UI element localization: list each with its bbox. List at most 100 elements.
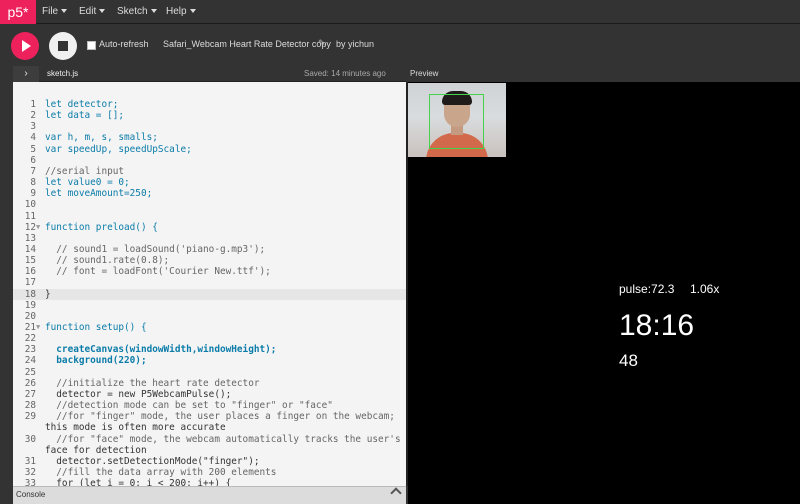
pulse-readout: pulse:72.3 [619, 282, 675, 296]
code-text: } [45, 288, 51, 300]
code-line[interactable]: 7 //serial input [13, 166, 406, 177]
code-text: for (let i = 0; i < 200; i++) { [45, 478, 232, 486]
code-line[interactable]: 30 //for "face" mode, the webcam automat… [13, 434, 406, 445]
code-line[interactable]: 5 var speedUp, speedUpScale; [13, 144, 406, 155]
code-line[interactable]: 17 [13, 277, 406, 288]
play-button[interactable] [11, 32, 39, 60]
code-line[interactable]: 9 let moveAmount=250; [13, 188, 406, 199]
line-number: 6 [30, 154, 36, 166]
line-number: 23 [24, 344, 36, 356]
speed-ratio: 1.06x [690, 282, 720, 296]
code-line[interactable]: 2 let data = []; [13, 110, 406, 121]
code-line[interactable]: 18} [13, 288, 406, 300]
line-number: 25 [24, 366, 36, 378]
sketch-owner[interactable]: by yichun [336, 39, 374, 49]
left-margin [0, 82, 13, 504]
top-nav: p5* File Edit Sketch Help [0, 0, 800, 24]
saved-status: Saved: 14 minutes ago [304, 69, 386, 78]
sidebar-toggle-button[interactable]: › [13, 66, 39, 82]
code-text: //for "face" mode, the webcam automatica… [45, 433, 401, 445]
chevron-right-icon: › [24, 68, 28, 79]
console-bar[interactable] [13, 486, 406, 504]
code-text: detector.setDetectionMode("finger"); [45, 455, 260, 467]
line-number: 17 [24, 277, 36, 289]
code-line[interactable]: 1 let detector; [13, 99, 406, 110]
code-line[interactable]: 24 background(220); [13, 355, 406, 366]
code-text: //serial input [45, 165, 125, 177]
code-text: let detector; [45, 99, 119, 110]
line-number: 21 [24, 322, 36, 333]
menu-file-label: File [42, 6, 59, 17]
line-number: 13 [24, 232, 36, 244]
fold-icon[interactable]: ▼ [36, 222, 40, 233]
code-line[interactable]: 23 createCanvas(windowWidth,windowHeight… [13, 344, 406, 355]
code-line[interactable]: face for detection [13, 445, 406, 456]
fold-icon[interactable]: ▼ [36, 322, 40, 333]
code-line[interactable]: 20 [13, 311, 406, 322]
code-text: //for "finger" mode, the user places a f… [45, 411, 395, 423]
auto-refresh-label[interactable]: Auto-refresh [99, 39, 149, 49]
code-editor[interactable]: 1 let detector; 2 let data = []; 3 4 var h, m,… [13, 82, 406, 486]
code-line[interactable]: 8 let value0 = 0; [13, 177, 406, 188]
code-line[interactable]: this mode is often more accurate [13, 422, 406, 433]
code-line[interactable]: 13 [13, 233, 406, 244]
code-line[interactable]: 19 [13, 300, 406, 311]
sketch-name[interactable]: Safari_Webcam Heart Rate Detector copy [163, 39, 331, 49]
p5-logo[interactable]: p5* [0, 0, 36, 24]
menu-sketch-label: Sketch [117, 6, 148, 17]
code-line[interactable]: 3 [13, 121, 406, 132]
line-number: 24 [24, 355, 36, 367]
line-number: 31 [24, 455, 36, 467]
code-line[interactable]: 29 //for "finger" mode, the user places … [13, 411, 406, 422]
code-text: let data = []; [45, 110, 125, 122]
menu-help[interactable]: Help [166, 0, 196, 24]
code-text: var h, m, s, smalls; [45, 132, 158, 144]
line-number: 32 [24, 466, 36, 478]
code-line[interactable]: 33 for (let i = 0; i < 200; i++) { [13, 478, 406, 486]
line-number: 19 [24, 299, 36, 311]
code-line[interactable]: 11 [13, 211, 406, 222]
line-number: 14 [24, 243, 36, 255]
code-text: //fill the data array with 200 elements [45, 466, 277, 478]
play-icon [22, 40, 31, 52]
stop-button[interactable] [49, 32, 77, 60]
line-number: 30 [24, 433, 36, 445]
line-number: 16 [24, 266, 36, 278]
toolbar: Auto-refresh Safari_Webcam Heart Rate De… [0, 24, 800, 66]
code-line[interactable]: 21 ▼ function setup() { [13, 322, 406, 333]
code-line[interactable]: 12 ▼ function preload() { [13, 222, 406, 233]
code-line[interactable]: 32 //fill the data array with 200 elemen… [13, 467, 406, 478]
line-number: 4 [30, 132, 36, 144]
code-text: //initialize the heart rate detector [45, 377, 260, 389]
menu-edit[interactable]: Edit [79, 0, 106, 24]
code-text: this mode is often more accurate [45, 422, 226, 434]
auto-refresh-checkbox[interactable] [87, 41, 96, 50]
code-text: function preload() { [45, 221, 158, 233]
code-text: let value0 = 0; [45, 177, 130, 189]
menu-file[interactable]: File [42, 0, 68, 24]
code-line[interactable]: 14 // sound1 = loadSound('piano-g.mp3'); [13, 244, 406, 255]
code-line[interactable]: 31 detector.setDetectionMode("finger"); [13, 456, 406, 467]
code-line[interactable]: 6 [13, 155, 406, 166]
line-number: 29 [24, 411, 36, 423]
line-number: 18 [24, 288, 36, 300]
code-line[interactable]: 15 // sound1.rate(0.8); [13, 255, 406, 266]
code-line[interactable]: 16 // font = loadFont('Courier New.ttf')… [13, 266, 406, 277]
line-number: 5 [30, 143, 36, 155]
line-number: 22 [24, 333, 36, 345]
code-line[interactable]: 28 //detection mode can be set to "finge… [13, 400, 406, 411]
chevron-down-icon [99, 9, 106, 14]
code-line[interactable]: 22 [13, 333, 406, 344]
code-text: face for detection [45, 444, 147, 456]
menu-sketch[interactable]: Sketch [117, 0, 157, 24]
code-line[interactable]: 10 [13, 199, 406, 210]
code-line[interactable]: 27 detector = new P5WebcamPulse(); [13, 389, 406, 400]
pencil-icon[interactable]: ✎ [318, 38, 326, 49]
code-line[interactable]: 25 [13, 367, 406, 378]
code-line[interactable]: 4 var h, m, s, smalls; [13, 132, 406, 143]
line-number: 11 [24, 210, 36, 222]
code-line[interactable]: 26 //initialize the heart rate detector [13, 378, 406, 389]
file-name[interactable]: sketch.js [47, 69, 78, 78]
webcam-feed [408, 83, 506, 157]
line-number: 12 [24, 221, 36, 233]
